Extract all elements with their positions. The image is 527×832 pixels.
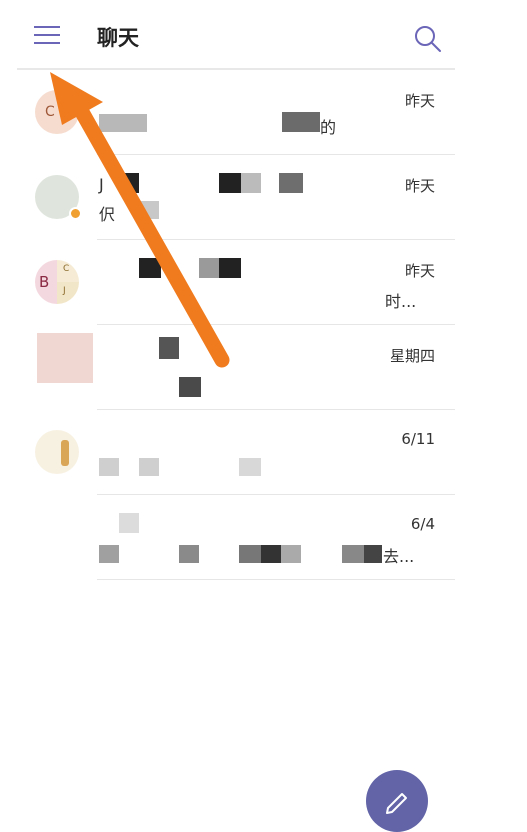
avatar — [35, 430, 79, 474]
search-icon[interactable] — [413, 24, 443, 54]
chat-list-item[interactable]: C 的 昨天 — [17, 70, 455, 155]
chat-list-item[interactable]: 去... 6/4 — [17, 495, 455, 580]
chat-date: 昨天 — [404, 177, 435, 195]
chat-preview: 伬 — [99, 205, 116, 224]
avatar — [37, 333, 93, 383]
chat-preview: 去... — [383, 547, 415, 566]
chat-date: 昨天 — [404, 92, 435, 110]
chat-date: 星期四 — [389, 347, 435, 365]
chat-list: C 的 昨天 J 伬 昨天 B C J 时... 昨天 星期四 6/11 去..… — [17, 70, 455, 580]
chat-preview: 的 — [320, 118, 337, 137]
hamburger-menu-icon[interactable] — [34, 26, 60, 46]
chat-date: 6/4 — [410, 515, 435, 533]
chat-date: 昨天 — [404, 262, 435, 280]
edit-icon — [386, 793, 407, 814]
chat-preview: 时... — [385, 292, 417, 311]
chat-list-item[interactable]: B C J 时... 昨天 — [17, 240, 455, 325]
avatar: C — [35, 90, 79, 134]
new-chat-button[interactable] — [366, 770, 428, 832]
chat-list-item[interactable]: 6/11 — [17, 410, 455, 495]
chat-name: J — [99, 175, 104, 194]
chat-list-item[interactable]: J 伬 昨天 — [17, 155, 455, 240]
chat-date: 6/11 — [401, 430, 435, 448]
app-header: 聊天 — [17, 0, 455, 70]
avatar: B C J — [35, 260, 79, 304]
page-title: 聊天 — [97, 26, 139, 50]
status-dot-icon — [69, 207, 82, 220]
chat-list-item[interactable]: 星期四 — [17, 325, 455, 410]
